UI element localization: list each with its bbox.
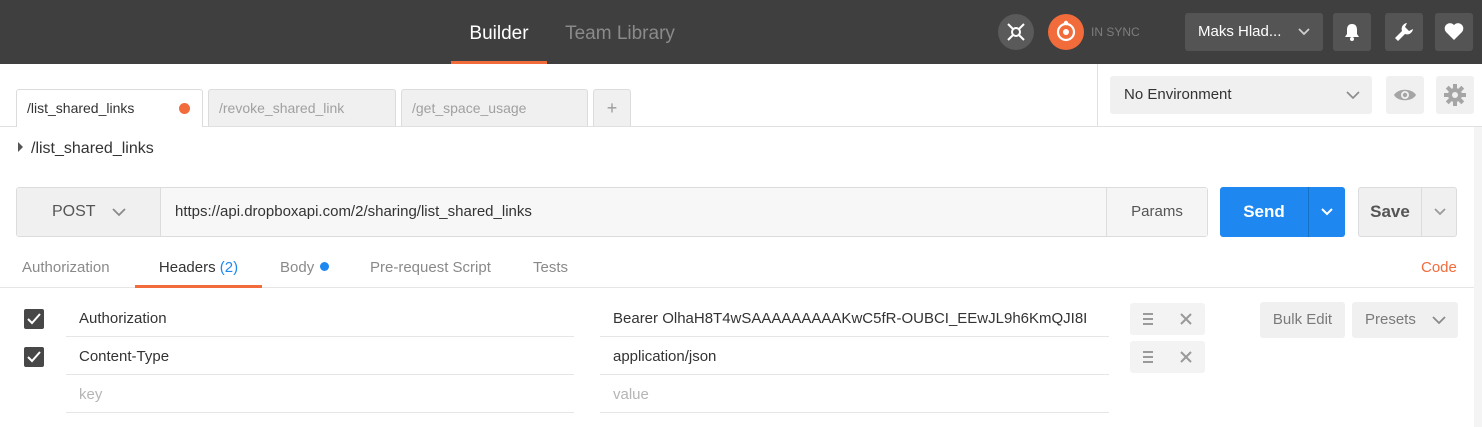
sync-icon[interactable] [1048,14,1084,50]
settings-button[interactable] [1385,13,1423,51]
send-label: Send [1243,202,1285,221]
header-row: Content-Type application/json [16,338,1206,376]
tab-builder[interactable]: Builder [451,0,547,64]
presets-label: Presets [1365,311,1416,328]
notifications-button[interactable] [1333,13,1371,51]
drag-handle-icon[interactable] [1142,350,1154,364]
request-tab-label: /get_space_usage [412,100,527,116]
tab-authorization[interactable]: Authorization [22,250,110,287]
chevron-down-icon [1433,208,1446,216]
favorites-button[interactable] [1435,13,1473,51]
drag-handle-icon[interactable] [1142,312,1154,326]
tab-tests[interactable]: Tests [533,250,568,287]
environment-selected: No Environment [1124,86,1232,103]
header-key-input[interactable]: Content-Type [66,338,574,375]
save-options-button[interactable] [1421,188,1457,236]
tab-team-library[interactable]: Team Library [556,0,684,64]
header-value-input[interactable]: application/json [600,338,1109,375]
header-row-new: key value [16,376,1206,414]
checkmark-icon [27,313,41,325]
header-row: Authorization Bearer OlhaH8T4wSAAAAAAAAA… [16,300,1206,338]
new-tab-button[interactable]: + [593,89,631,126]
url-input[interactable]: https://api.dropboxapi.com/2/sharing/lis… [175,188,532,236]
request-sub-tabs: Authorization Headers (2) Body Pre-reque… [0,250,1474,288]
gear-icon [1444,84,1466,106]
headers-count: (2) [219,259,239,276]
header-value-input[interactable]: Bearer OlhaH8T4wSAAAAAAAAAKwC5fR-OUBCI_E… [600,300,1109,337]
manage-environments-button[interactable] [1436,76,1474,114]
url-bar: POST https://api.dropboxapi.com/2/sharin… [16,187,1208,237]
top-bar: Builder Team Library IN SYNC Maks Hlad..… [0,0,1482,64]
method-select[interactable]: POST [17,188,161,236]
vertical-scrollbar[interactable] [1474,127,1482,427]
bulk-edit-button[interactable]: Bulk Edit [1260,302,1345,338]
chevron-down-icon [1297,13,1311,66]
eye-icon [1394,89,1416,101]
save-label: Save [1370,202,1410,221]
request-tab-list-shared-links[interactable]: /list_shared_links [16,89,203,127]
header-key-input[interactable]: Authorization [66,300,574,337]
tab-headers-label: Headers [158,259,216,276]
generate-code-link[interactable]: Code [1421,250,1457,286]
request-name-breadcrumb[interactable]: /list_shared_links [18,140,154,164]
environment-quick-look-button[interactable] [1386,76,1424,114]
wrench-icon [1395,23,1413,41]
delete-row-icon[interactable] [1179,312,1193,326]
header-enabled-checkbox[interactable] [24,347,44,367]
heart-icon [1444,23,1464,40]
checkmark-icon [27,351,41,363]
send-button[interactable]: Send [1220,187,1345,237]
presets-dropdown[interactable]: Presets [1352,302,1458,338]
chevron-down-icon [111,188,127,256]
user-name: Maks Hlad... [1198,23,1282,40]
sync-status: IN SYNC [1091,25,1140,39]
environment-select[interactable]: No Environment [1110,76,1372,114]
row-actions [1130,303,1205,335]
request-name: /list_shared_links [31,140,154,157]
request-tabs-bar: /list_shared_links /revoke_shared_link /… [0,64,1097,127]
expand-caret-icon [18,142,23,152]
save-button[interactable]: Save [1358,187,1457,237]
row-actions [1130,341,1205,373]
params-button[interactable]: Params [1106,188,1207,236]
chevron-down-icon [1321,208,1333,216]
body-indicator-dot [320,262,330,271]
request-tab-revoke-shared-link[interactable]: /revoke_shared_link [208,89,396,126]
new-header-key-input[interactable]: key [66,376,574,413]
bell-icon [1345,24,1359,41]
method-label: POST [52,203,96,220]
tab-body[interactable]: Body [280,250,330,287]
new-header-value-input[interactable]: value [600,376,1109,413]
request-tab-label: /list_shared_links [27,100,135,116]
environment-bar: No Environment [1097,64,1482,127]
tab-headers[interactable]: Headers (2) [135,250,262,288]
interceptor-icon[interactable] [998,14,1034,50]
unsaved-indicator [179,103,190,114]
header-enabled-checkbox[interactable] [24,309,44,329]
chevron-down-icon [1346,76,1360,129]
delete-row-icon[interactable] [1179,350,1193,364]
tab-body-label: Body [280,259,315,276]
send-options-button[interactable] [1308,187,1345,237]
request-tab-get-space-usage[interactable]: /get_space_usage [401,89,588,126]
chevron-down-icon [1432,302,1446,352]
user-menu-button[interactable]: Maks Hlad... [1185,13,1323,51]
tab-pre-request-script[interactable]: Pre-request Script [370,250,491,287]
request-tab-label: /revoke_shared_link [219,100,345,116]
